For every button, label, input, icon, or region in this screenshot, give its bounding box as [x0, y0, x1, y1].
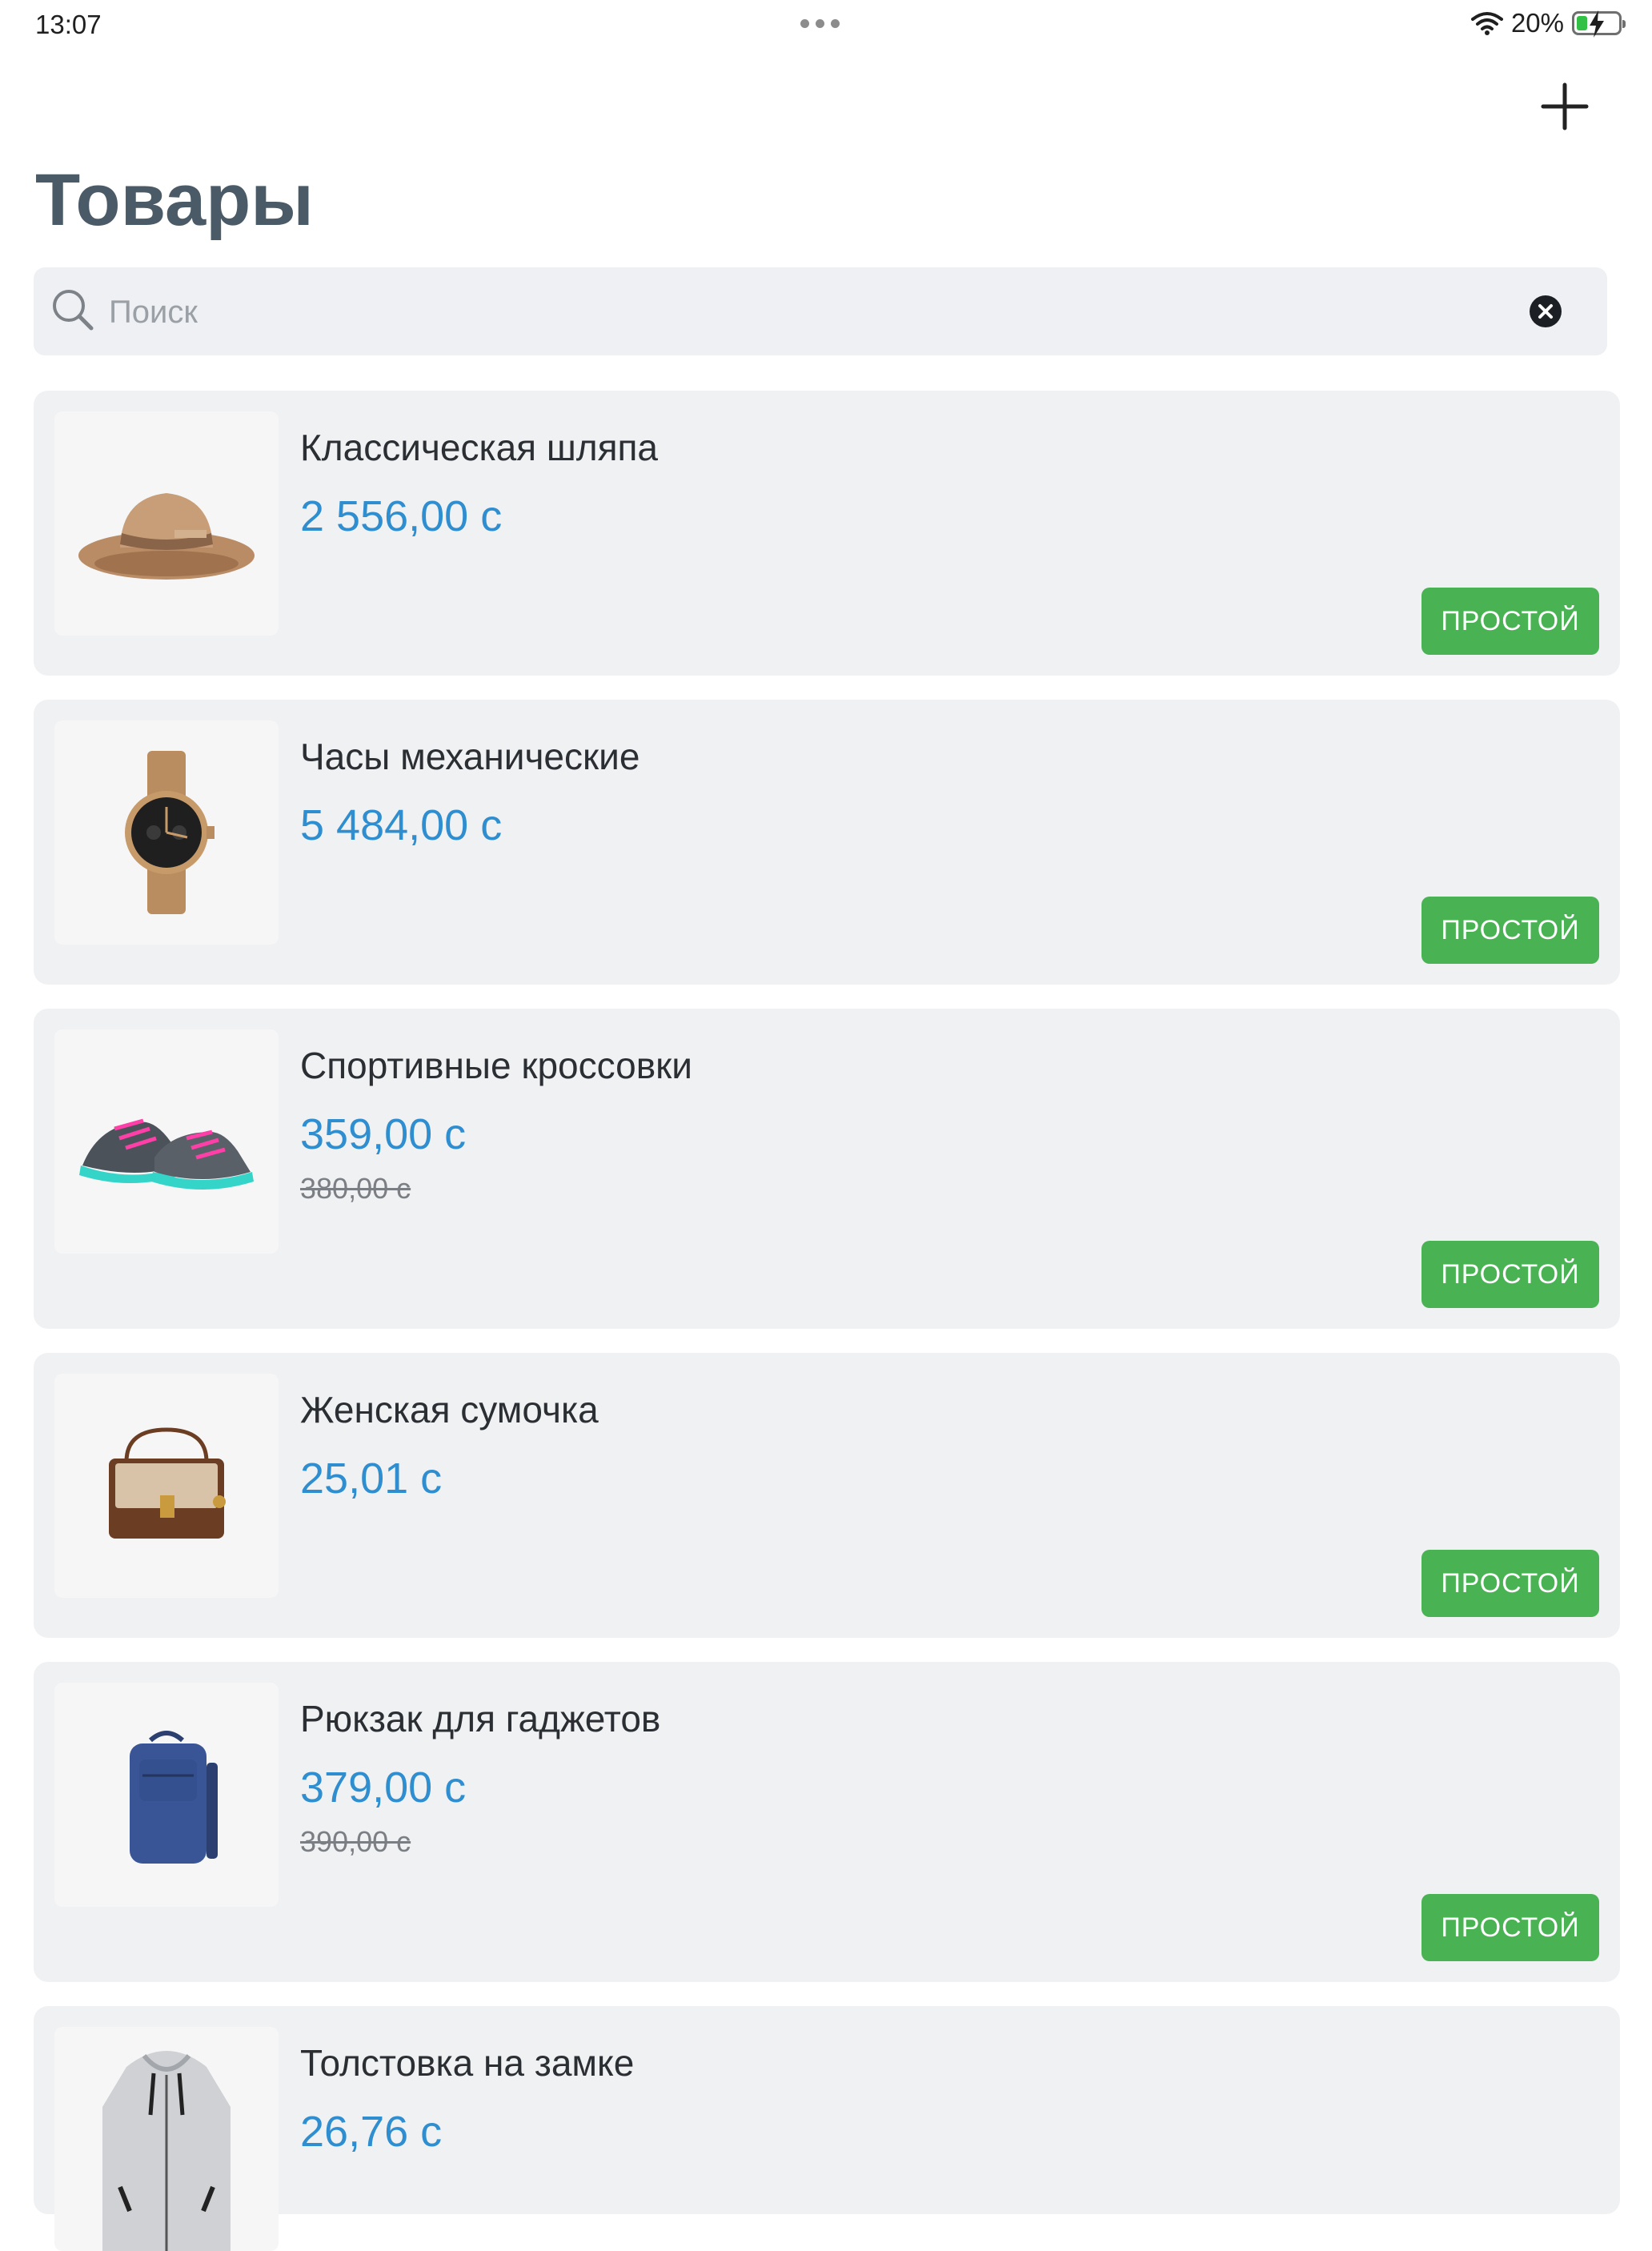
- product-price: 379,00 с: [300, 1763, 467, 1812]
- page-title: Товары: [35, 159, 314, 241]
- product-type-badge[interactable]: ПРОСТОЙ: [1421, 1241, 1599, 1308]
- product-type-badge[interactable]: ПРОСТОЙ: [1421, 1894, 1599, 1961]
- watch-image: [125, 751, 215, 914]
- status-bar: 13:07 20%: [0, 0, 1652, 53]
- product-image: [54, 1683, 279, 1907]
- product-name: Классическая шляпа: [300, 427, 659, 468]
- product-name: Женская сумочка: [300, 1389, 599, 1430]
- clear-icon[interactable]: [1529, 295, 1562, 328]
- wifi-icon: [1470, 12, 1503, 35]
- product-card[interactable]: Спортивные кроссовки 359,00 с 380,00 с П…: [34, 1009, 1620, 1329]
- hat-image: [78, 493, 255, 580]
- multitask-dots-icon[interactable]: [800, 19, 840, 28]
- handbag-image: [109, 1427, 226, 1539]
- product-image: [54, 411, 279, 636]
- product-card[interactable]: Часы механические 5 484,00 с ПРОСТОЙ: [34, 700, 1620, 985]
- product-type-badge[interactable]: ПРОСТОЙ: [1421, 1550, 1599, 1617]
- product-old-price: 380,00 с: [300, 1172, 411, 1205]
- product-price: 26,76 с: [300, 2108, 443, 2156]
- product-name: Толстовка на замке: [300, 2042, 635, 2084]
- sneakers-image: [79, 1118, 254, 1190]
- product-old-price: 390,00 с: [300, 1825, 411, 1858]
- product-type-badge[interactable]: ПРОСТОЙ: [1421, 897, 1599, 964]
- add-product-button[interactable]: [1538, 80, 1591, 133]
- search-icon: [53, 290, 94, 331]
- product-price: 359,00 с: [300, 1110, 467, 1158]
- search-input[interactable]: [107, 285, 1519, 339]
- product-card[interactable]: Женская сумочка 25,01 с ПРОСТОЙ: [34, 1353, 1620, 1638]
- backpack-image: [130, 1731, 218, 1864]
- product-image: [54, 1029, 279, 1254]
- product-price: 5 484,00 с: [300, 801, 503, 849]
- product-image: [54, 2027, 279, 2251]
- product-image: [54, 1374, 279, 1598]
- product-card[interactable]: Толстовка на замке 26,76 с: [34, 2006, 1620, 2251]
- product-name: Часы механические: [300, 736, 640, 777]
- product-price: 2 556,00 с: [300, 492, 503, 540]
- status-time: 13:07: [35, 10, 102, 39]
- search-bar[interactable]: [34, 267, 1607, 355]
- product-price: 25,01 с: [300, 1455, 443, 1503]
- battery-percent: 20%: [1510, 8, 1564, 38]
- product-list: Классическая шляпа 2 556,00 с ПРОСТОЙ Ча…: [34, 391, 1620, 2251]
- status-indicators: 20%: [1470, 8, 1626, 38]
- product-card[interactable]: Рюкзак для гаджетов 379,00 с 390,00 с ПР…: [34, 1662, 1620, 1982]
- hoodie-image: [102, 2051, 231, 2251]
- plus-icon: [1541, 82, 1589, 130]
- battery-charging-icon: [1572, 10, 1626, 38]
- product-name: Спортивные кроссовки: [300, 1045, 692, 1086]
- product-type-badge[interactable]: ПРОСТОЙ: [1421, 588, 1599, 655]
- product-image: [54, 720, 279, 945]
- product-name: Рюкзак для гаджетов: [300, 1698, 661, 1739]
- product-card[interactable]: Классическая шляпа 2 556,00 с ПРОСТОЙ: [34, 391, 1620, 676]
